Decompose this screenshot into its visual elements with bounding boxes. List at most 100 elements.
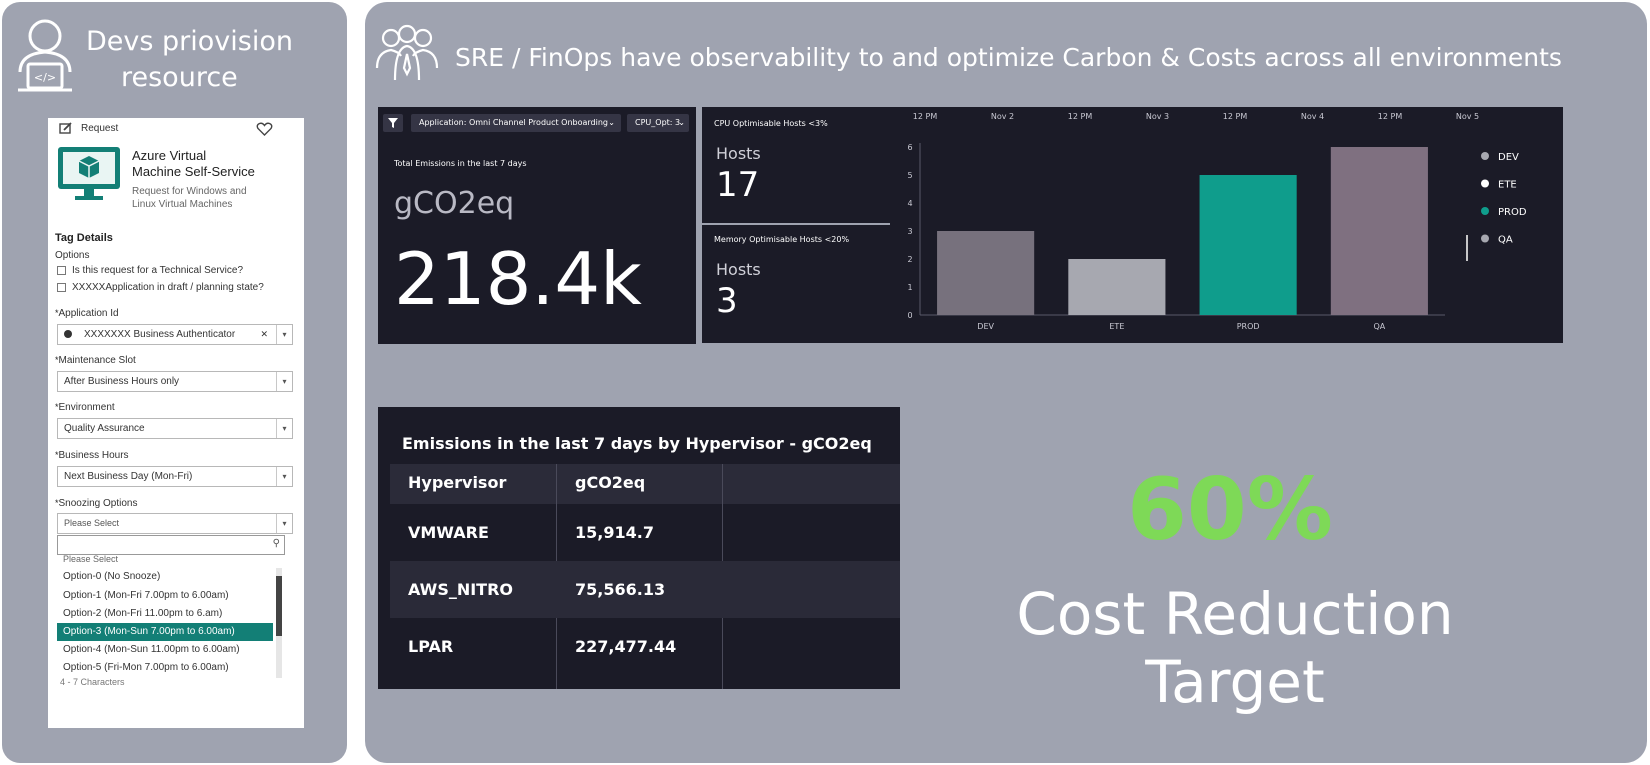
business-hours-select[interactable]: Next Business Day (Mon-Fri) ▾ [57,466,293,487]
form-title-line1: Azure Virtual [132,148,207,163]
form-title-line2: Machine Self-Service [132,164,255,179]
y-tick-label: 1 [907,283,912,292]
cpu-hosts-tile: CPU Optimisable Hosts <3% Hosts 17 [702,107,890,223]
sre-heading: SRE / FinOps have observability to and o… [455,43,1562,72]
cpu-filter-chip[interactable]: CPU_Opt: 3 ⌄ [627,114,689,132]
timeline-label: 12 PM [1068,112,1093,121]
maintenance-slot-select[interactable]: After Business Hours only ▾ [57,371,293,392]
timeline-label: 12 PM [1223,112,1248,121]
business-hours-value: Next Business Day (Mon-Fri) [64,471,193,482]
chevron-down-icon: ⌄ [608,118,615,127]
maintenance-slot-value: After Business Hours only [64,376,180,387]
y-tick-label: 6 [907,143,912,152]
maintenance-slot-label: *Maintenance Slot [55,355,136,366]
dropdown-option[interactable]: Option-4 (Mon-Sun 11.00pm to 6.00am) [57,641,273,659]
environment-label: *Environment [55,402,115,413]
emissions-tile-title: Total Emissions in the last 7 days [394,159,527,168]
memory-hosts-title: Memory Optimisable Hosts <20% [714,235,850,244]
team-people-icon [375,24,439,81]
timeline-label: Nov 5 [1456,112,1479,121]
timeline-label: Nov 2 [991,112,1014,121]
business-hours-label: *Business Hours [55,450,129,461]
memory-hosts-label: Hosts [716,260,761,279]
clear-icon[interactable]: ✕ [260,325,268,344]
developer-laptop-icon: </> [18,19,72,92]
scrollbar-thumb[interactable] [276,576,282,636]
environment-bar-chart: 12 PM Nov 2 12 PM Nov 3 12 PM Nov 4 12 PM Nov 5… [907,112,1527,331]
chevron-down-icon[interactable]: ▾ [276,467,292,486]
x-tick-label: ETE [1109,322,1124,331]
legend-label: ETE [1498,180,1517,191]
dropdown-option[interactable]: Please Select [57,553,273,565]
dropdown-option[interactable]: Option-0 (No Snooze) [57,568,273,586]
filter-icon [388,118,398,128]
memory-hosts-value: 3 [716,281,738,321]
emissions-cell: 75,566.13 [575,580,666,599]
timeline-label: Nov 3 [1146,112,1169,121]
legend-marker [1481,234,1489,243]
table-title: Emissions in the last 7 days by Hypervis… [402,434,872,453]
bar-prod [1199,175,1297,315]
environment-bar-chart-tile: 12 PM Nov 2 12 PM Nov 3 12 PM Nov 4 12 PM Nov 5… [890,107,1563,343]
application-id-select[interactable]: XXXXXXX Business Authenticator ✕ ▾ [57,324,293,345]
svg-text:</>: </> [34,71,56,84]
tag-details-heading: Tag Details [55,232,113,244]
chevron-down-icon: ⌄ [678,118,685,127]
snoozing-options-select[interactable]: Please Select ▾ [57,513,293,534]
dropdown-option[interactable]: Option-2 (Mon-Fri 11.00pm to 6.am) [57,605,273,623]
dropdown-scrollbar[interactable] [276,568,282,678]
cost-reduction-percent: 60% [1127,460,1333,560]
total-emissions-tile: Application: Omni Channel Product Onboar… [378,107,696,344]
dropdown-option[interactable]: Option-5 (Fri-Mon 7.00pm to 6.00am) [57,659,273,677]
dropdown-option-selected[interactable]: Option-3 (Mon-Sun 7.00pm to 6.00am) [57,623,273,641]
column-header-gco2eq[interactable]: gCO2eq [575,473,645,492]
hypervisor-cell: VMWARE [408,523,489,542]
legend-label: PROD [1498,207,1527,218]
filter-button[interactable] [383,114,403,132]
chevron-down-icon[interactable]: ▾ [276,514,292,533]
emissions-value: 218.4k [394,237,642,321]
search-icon: ⚲ [272,538,280,549]
dropdown-search-input[interactable]: ⚲ [57,535,285,555]
legend-marker [1481,152,1489,160]
application-id-value: XXXXXXX Business Authenticator [84,329,236,340]
x-tick-label: QA [1373,322,1385,331]
chevron-down-icon[interactable]: ▾ [276,372,292,391]
cpu-hosts-title: CPU Optimisable Hosts <3% [714,119,828,128]
cost-reduction-label: Cost Reduction Target [1016,580,1454,716]
chevron-down-icon[interactable]: ▾ [276,325,292,344]
timeline-label: Nov 4 [1301,112,1324,121]
draft-state-checkbox-label: XXXXXApplication in draft / planning sta… [72,282,264,293]
application-filter-chip[interactable]: Application: Omni Channel Product Onboar… [411,114,621,132]
chevron-down-icon[interactable]: ▾ [276,419,292,438]
virtual-machine-icon [58,147,120,200]
timeline-label: 12 PM [913,112,938,121]
technical-service-checkbox[interactable]: Is this request for a Technical Service? [57,265,243,276]
request-form: Request Azure Virtual Machine Self-Servi… [48,118,304,728]
form-subtitle-line1: Request for Windows and [132,186,247,197]
dropdown-option[interactable]: Option-1 (Mon-Fri 7.00pm to 6.00am) [57,587,273,605]
bar-dev [937,231,1035,315]
y-tick-label: 4 [907,199,912,208]
bar-ete [1068,259,1166,315]
application-id-label: *Application Id [55,308,119,319]
x-tick-label: PROD [1237,322,1260,331]
snoozing-placeholder: Please Select [64,518,120,528]
form-subtitle-line2: Linux Virtual Machines [132,199,233,210]
favorite-heart-icon[interactable] [256,122,273,136]
bar-qa [1330,147,1428,315]
emissions-cell: 15,914.7 [575,523,654,542]
dev-heading-line2: resource [121,62,238,93]
environment-select[interactable]: Quality Assurance ▾ [57,418,293,439]
hypervisor-cell: LPAR [408,637,454,656]
column-header-hypervisor[interactable]: Hypervisor [408,473,506,492]
draft-state-checkbox[interactable]: XXXXXApplication in draft / planning sta… [57,282,264,293]
y-tick-label: 5 [907,171,912,180]
field-hint: 4 - 7 Characters [60,677,125,687]
y-tick-label: 0 [907,311,912,320]
cpu-hosts-label: Hosts [716,144,761,163]
request-header-label: Request [81,123,119,134]
technical-service-checkbox-label: Is this request for a Technical Service? [72,265,244,276]
hypervisor-emissions-table: Emissions in the last 7 days by Hypervis… [378,407,900,689]
timeline-label: 12 PM [1378,112,1403,121]
